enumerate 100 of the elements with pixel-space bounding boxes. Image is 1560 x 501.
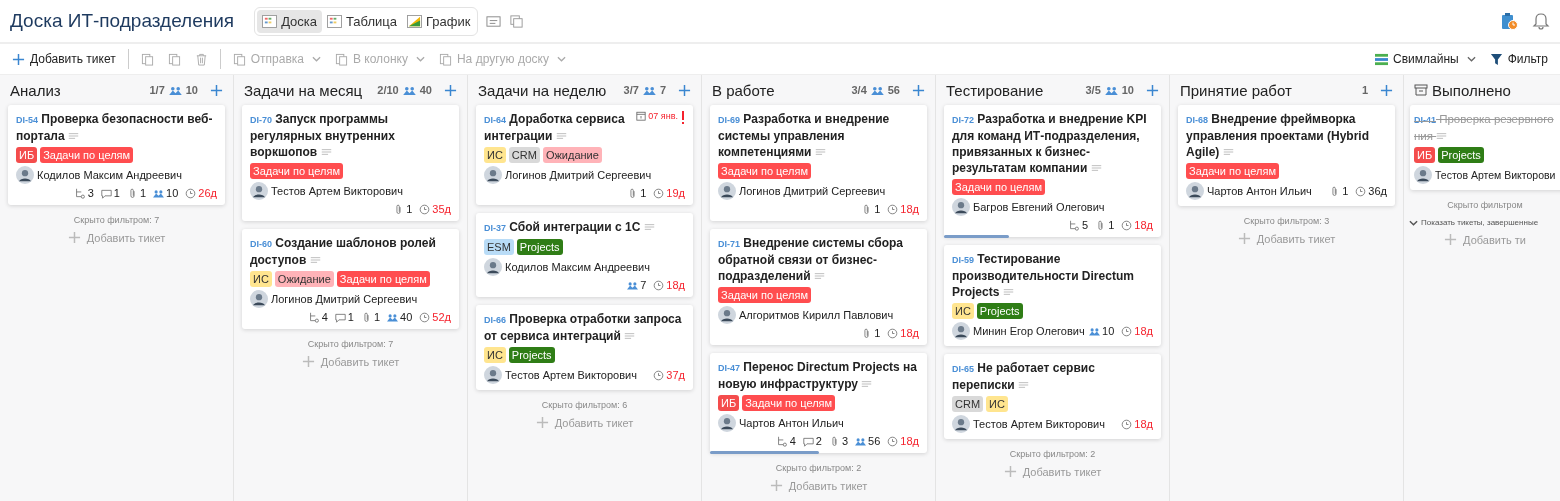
ticket-card[interactable]: DI-60 Создание шаблонов ролей доступов ИС Ожидание Задачи по целям Логинов Дмитрий Сергеевич 4 1 1 40 52д (242, 229, 459, 329)
points-count: 10 (1121, 84, 1134, 96)
points-count: 7 (627, 279, 647, 291)
age-days: 35д (419, 203, 451, 215)
attachment-count: 1 (627, 187, 647, 199)
view-tab[interactable]: Таблица (322, 9, 402, 33)
column-title: Задачи на неделю (478, 81, 607, 99)
due-date: 07 янв. (636, 111, 678, 121)
assignee-name: Тестов Артем Викторови (1435, 169, 1556, 181)
attachment-count: 3 (828, 435, 849, 447)
assignee-name: Кодилов Максим Андреевич (505, 261, 650, 273)
tag: ИС (250, 271, 272, 287)
hidden-count: Скрыто фильтром: 2 (1008, 449, 1097, 459)
age-days: 18д (1121, 418, 1153, 430)
view-tab[interactable]: Доска (257, 9, 322, 33)
age-days: 18д (653, 279, 685, 291)
age-days: 18д (1121, 219, 1153, 231)
ticket-title: DI-47 Перенос Directum Projects на новую инфраструктуру (718, 359, 919, 392)
tag: ИС (986, 396, 1008, 412)
tag: Задачи по целям (952, 179, 1045, 195)
column-title: В работе (712, 81, 775, 99)
ticket-card[interactable]: DI-69 Разработка и внедрение системы управления компетенциями Задачи по целям Логинов Дмитрий Сергеевич 1 18д (710, 105, 927, 221)
ticket-title: DI-64 Доработка сервиса интеграции (484, 111, 626, 144)
comment-count: 2 (802, 435, 822, 447)
column-title: Задачи на месяц (244, 81, 363, 99)
tag: Задачи по целям (1186, 163, 1279, 179)
age-days: 52д (419, 311, 451, 323)
ticket-card[interactable]: DI-70 Запуск программы регулярных внутренних воркшопов Задачи по целям Тестов Артем Викторович 1 35д (242, 105, 459, 221)
column-title: Выполнено (1432, 81, 1511, 99)
ticket-count: 2/10 (377, 84, 399, 96)
tag: Задачи по целям (718, 163, 811, 179)
ticket-card[interactable]: DI-59 Тестирование производительности Directum Projects ИС Projects Минин Егор Олегович 10 18д (944, 245, 1161, 346)
ticket-card[interactable]: DI-65 Не работает сервис переписки CRM ИС Тестов Артем Викторович 18д (944, 354, 1161, 439)
points-count: 40 (387, 311, 413, 323)
assignee-name: Логинов Дмитрий Сергеевич (271, 293, 418, 305)
points-count: 40 (419, 84, 432, 96)
assignee-name: Тестов Артем Викторович (505, 369, 637, 381)
tag: Задачи по целям (718, 287, 811, 303)
age-days: 18д (1121, 325, 1153, 337)
column-title: Анализ (10, 81, 61, 99)
ticket-card[interactable]: DI-66 Проверка отработки запроса от сервиса интеграций ИС Projects Тестов Артем Викторович 37д (476, 305, 693, 390)
age-days: 19д (653, 187, 685, 199)
swimlanes-button[interactable]: Свимлайны (1369, 49, 1482, 69)
hidden-count: Скрыто фильтром: 3 (1242, 216, 1331, 226)
ticket-title: DI-70 Запуск программы регулярных внутренних воркшопов (250, 111, 396, 160)
age-days: 18д (887, 327, 919, 339)
ticket-card[interactable]: DI-72 Разработка и внедрение KPI для команд ИТ-подразделения, привязанных к бизнес-результатам компании Задачи по целям Багров Евгений Олегович 5 1 18д (944, 105, 1161, 237)
filter-button[interactable]: Фильтр (1483, 49, 1554, 69)
ticket-title: DI-59 Тестирование производительности Directum Projects (952, 251, 1135, 300)
tag: Ожидание (274, 271, 334, 287)
hidden-count: Скрыто фильтром: 7 (72, 215, 161, 225)
tag: ИБ (1414, 147, 1436, 163)
assignee-name: Логинов Дмитрий Сергеевич (739, 185, 886, 197)
ticket-card[interactable]: DI-41 Проверка резервного ния ИБ Projects Тестов Артем Викторови (1410, 105, 1560, 190)
add-ticket-button[interactable]: Добавить тикет (6, 49, 122, 69)
ticket-count: 3/4 (851, 84, 867, 96)
column-title: Тестирование (946, 81, 1044, 99)
points-count: 7 (659, 84, 666, 96)
ticket-card[interactable]: DI-68 Внедрение фреймворка управления проектами (Hybrid Agile) Задачи по целям Чартов Антон Ильич 1 36д (1178, 105, 1395, 206)
hidden-count: Скрыто фильтром: 6 (540, 400, 629, 410)
ticket-count: 3/7 (623, 84, 639, 96)
ticket-title: DI-54 Проверка безопасности веб-портала (16, 111, 214, 144)
hidden-count: Скрыто фильтром (1446, 200, 1524, 210)
attachment-count: 1 (360, 311, 381, 323)
assignee-name: Чартов Антон Ильич (1207, 185, 1312, 197)
ticket-card[interactable]: DI-47 Перенос Directum Projects на новую инфраструктуру ИБ Задачи по целям Чартов Антон Ильич 4 2 3 56 18д (710, 353, 927, 453)
assignee-name: Багров Евгений Олегович (973, 201, 1105, 213)
ticket-card[interactable]: DI-37 Сбой интеграции с 1С ESM Projects Кодилов Максим Андреевич 7 18д (476, 213, 693, 297)
tag: Ожидание (542, 147, 602, 163)
tag: ИС (484, 347, 506, 363)
points-count: 56 (855, 435, 881, 447)
ticket-card[interactable]: DI-64 Доработка сервиса интеграции 07 янв. ИС CRM Ожидание Логинов Дмитрий Сергеевич 1 19д (476, 105, 693, 205)
age-days: 36д (1355, 185, 1387, 197)
attachment-count: 1 (861, 327, 881, 339)
ticket-title: DI-68 Внедрение фреймворка управления проектами (Hybrid Agile) (1186, 111, 1370, 160)
tag: ИС (484, 147, 506, 163)
view-tab[interactable]: График (402, 9, 476, 33)
ticket-count: 1 (1361, 84, 1368, 96)
points-count: 10 (153, 187, 179, 199)
tag: ИБ (718, 395, 740, 411)
tag: Задачи по целям (40, 147, 134, 163)
tag: Projects (516, 239, 563, 255)
assignee-name: Алгоритмов Кирилл Павлович (739, 309, 894, 321)
ticket-count: 3/5 (1085, 84, 1101, 96)
ticket-title: DI-60 Создание шаблонов ролей доступов (250, 235, 437, 268)
column-title: Принятие работ (1180, 81, 1292, 99)
assignee-name: Кодилов Максим Андреевич (37, 169, 182, 181)
points-count: 10 (1089, 325, 1115, 337)
subtask-count: 4 (308, 311, 328, 323)
ticket-card[interactable]: DI-71 Внедрение системы сбора обратной связи от бизнес-подразделений Задачи по целям Алгоритмов Кирилл Павлович 1 18д (710, 229, 927, 345)
comment-count: 1 (100, 187, 120, 199)
tag: CRM (952, 396, 984, 412)
tag: ИБ (16, 147, 38, 163)
ticket-card[interactable]: DI-54 Проверка безопасности веб-портала ИБ Задачи по целям Кодилов Максим Андреевич 3 1 1 10 26д (8, 105, 225, 205)
board-title: Доска ИТ-подразделения (10, 10, 235, 32)
tag: Задачи по целям (250, 163, 343, 179)
show-completed-link[interactable]: Показать тикеты, завершенные (1404, 218, 1560, 227)
tag: ИС (952, 303, 974, 319)
hidden-count: Скрыто фильтром: 7 (306, 339, 395, 349)
ticket-title: DI-69 Разработка и внедрение системы управления компетенциями (718, 111, 891, 160)
